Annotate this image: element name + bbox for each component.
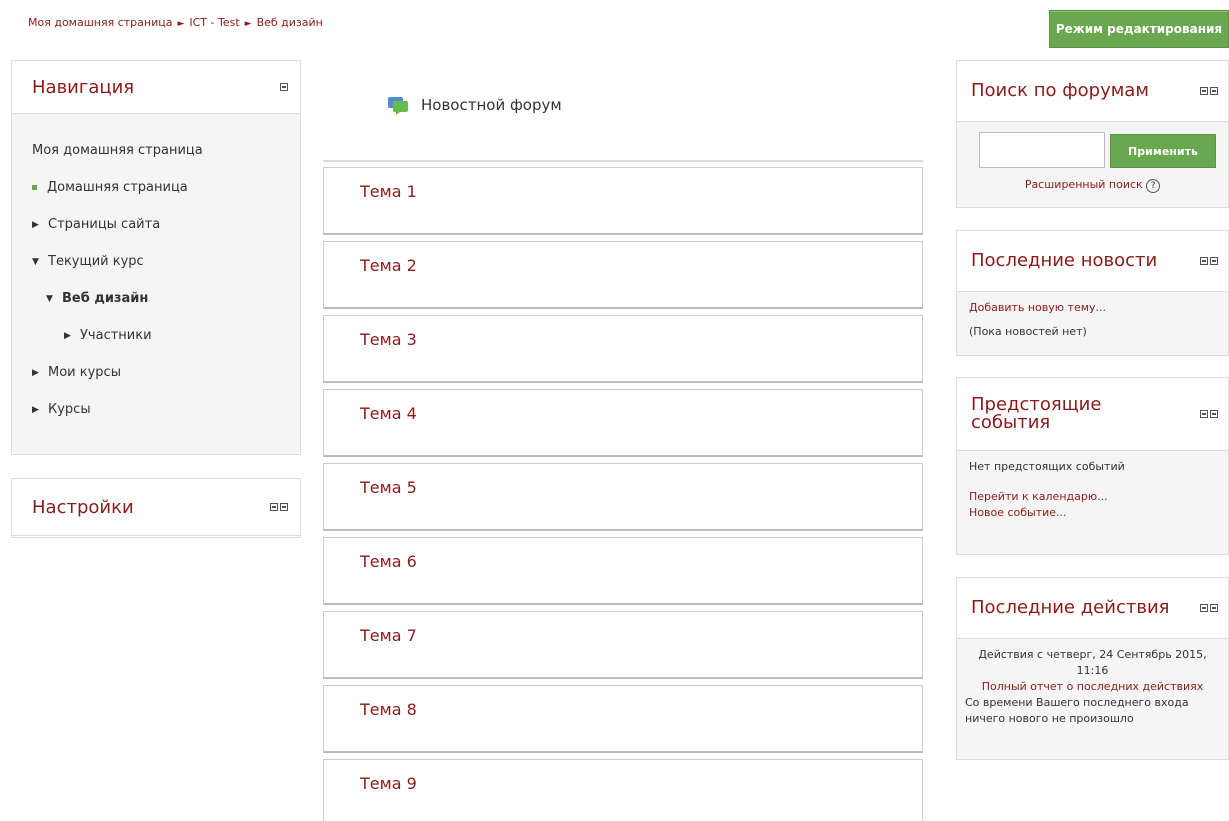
calendar-link[interactable]: Перейти к календарю... xyxy=(969,489,1216,505)
block-controls-icon[interactable] xyxy=(1200,604,1218,612)
topic-section: Тема 3 xyxy=(323,315,923,383)
breadcrumb-home-link[interactable]: Моя домашняя страница xyxy=(28,16,172,29)
activity-since-text: Действия с четверг, 24 Сентябрь 2015, 11:… xyxy=(978,648,1207,677)
topic-section: Тема 6 xyxy=(323,537,923,605)
edit-mode-button[interactable]: Режим редактирования xyxy=(1049,10,1229,48)
no-news-text: (Пока новостей нет) xyxy=(969,325,1087,338)
collapse-arrow-icon: ▼ xyxy=(32,256,39,267)
settings-block: Настройки xyxy=(11,478,301,538)
nothing-new-text: Со времени Вашего последнего входа ничег… xyxy=(965,696,1189,725)
topic-title[interactable]: Тема 3 xyxy=(360,330,417,349)
collapse-icon[interactable] xyxy=(280,83,288,91)
nav-item-my-courses[interactable]: ▶ Мои курсы xyxy=(32,354,300,391)
recent-activity-block: Последние действия Действия с четверг, 2… xyxy=(956,577,1229,760)
breadcrumb: Моя домашняя страница ► ICT - Test ► Веб диз… xyxy=(28,16,323,29)
block-controls-icon[interactable] xyxy=(270,503,288,511)
news-forum-link[interactable]: Новостной форум xyxy=(387,95,562,115)
nav-item-my-home[interactable]: Моя домашняя страница xyxy=(32,132,300,169)
breadcrumb-course-link[interactable]: Веб дизайн xyxy=(257,16,323,29)
new-event-link[interactable]: Новое событие... xyxy=(969,505,1216,521)
breadcrumb-separator-icon: ► xyxy=(244,19,252,29)
recent-activity-title: Последние действия xyxy=(971,597,1170,618)
upcoming-events-header: Предстоящие события xyxy=(957,378,1228,451)
nav-item-label: Текущий курс xyxy=(48,254,144,269)
topic-section: Тема 4 xyxy=(323,389,923,457)
upcoming-events-block: Предстоящие события Нет предстоящих событ… xyxy=(956,377,1229,555)
topic-title[interactable]: Тема 8 xyxy=(360,700,417,719)
nav-item-web-design[interactable]: ▼ Веб дизайн xyxy=(32,280,300,317)
nav-item-label: Участники xyxy=(80,328,152,343)
settings-header: Настройки xyxy=(12,479,300,536)
nav-item-site-home[interactable]: Домашняя страница xyxy=(32,169,300,206)
expand-arrow-icon: ▶ xyxy=(64,330,71,341)
nav-item-label: Домашняя страница xyxy=(47,180,188,195)
topic-section: Тема 1 xyxy=(323,167,923,235)
forum-search-input[interactable] xyxy=(979,132,1105,168)
recent-activity-header: Последние действия xyxy=(957,578,1228,639)
upcoming-events-title: Предстоящие события xyxy=(971,394,1102,433)
settings-title: Настройки xyxy=(32,496,134,518)
nav-item-label: Мои курсы xyxy=(48,365,121,380)
forum-icon xyxy=(388,97,408,115)
apply-button[interactable]: Применить xyxy=(1110,134,1216,168)
topic-section: Тема 7 xyxy=(323,611,923,679)
topic-title[interactable]: Тема 1 xyxy=(360,182,417,201)
collapse-arrow-icon: ▼ xyxy=(46,293,53,304)
topic-title[interactable]: Тема 9 xyxy=(360,774,417,793)
nav-item-courses[interactable]: ▶ Курсы xyxy=(32,391,300,428)
help-icon[interactable]: ? xyxy=(1146,179,1161,193)
latest-news-title: Последние новости xyxy=(971,250,1158,271)
no-events-text: Нет предстоящих событий xyxy=(969,460,1125,473)
block-controls-icon[interactable] xyxy=(1200,257,1218,265)
topic-title[interactable]: Тема 4 xyxy=(360,404,417,423)
navigation-title: Навигация xyxy=(32,76,135,98)
nav-item-label: Курсы xyxy=(48,402,91,417)
breadcrumb-separator-icon: ► xyxy=(177,19,185,29)
nav-item-participants[interactable]: ▶ Участники xyxy=(32,317,300,354)
latest-news-block: Последние новости Добавить новую тему...… xyxy=(956,230,1229,356)
topic-title[interactable]: Тема 5 xyxy=(360,478,417,497)
divider xyxy=(323,160,923,162)
bullet-icon xyxy=(32,185,37,190)
advanced-search-link[interactable]: Расширенный поиск xyxy=(1025,178,1143,191)
full-report-link[interactable]: Полный отчет о последних действиях xyxy=(982,680,1204,693)
navigation-block: Навигация Моя домашняя страница Домашняя… xyxy=(11,60,301,455)
topic-title[interactable]: Тема 2 xyxy=(360,256,417,275)
add-topic-link[interactable]: Добавить новую тему... xyxy=(969,301,1106,314)
block-controls-icon[interactable] xyxy=(1200,87,1218,95)
breadcrumb-course-category-link[interactable]: ICT - Test xyxy=(189,16,239,29)
topic-section: Тема 8 xyxy=(323,685,923,753)
nav-item-current-course[interactable]: ▼ Текущий курс xyxy=(32,243,300,280)
search-forums-title: Поиск по форумам xyxy=(971,80,1149,101)
expand-arrow-icon: ▶ xyxy=(32,367,39,378)
topic-section: Тема 9 xyxy=(323,759,923,821)
nav-item-label: Веб дизайн xyxy=(62,291,149,306)
nav-item-label: Страницы сайта xyxy=(48,217,161,232)
search-forums-header: Поиск по форумам xyxy=(957,61,1228,122)
forum-label: Новостной форум xyxy=(421,96,562,114)
topic-section: Тема 2 xyxy=(323,241,923,309)
search-forums-block: Поиск по форумам Применить Расширенный п… xyxy=(956,60,1229,208)
nav-item-label: Моя домашняя страница xyxy=(32,143,203,158)
topic-section: Тема 5 xyxy=(323,463,923,531)
topic-title[interactable]: Тема 7 xyxy=(360,626,417,645)
expand-arrow-icon: ▶ xyxy=(32,219,39,230)
navigation-header: Навигация xyxy=(12,61,300,114)
block-controls-icon[interactable] xyxy=(1200,410,1218,418)
topic-title[interactable]: Тема 6 xyxy=(360,552,417,571)
expand-arrow-icon: ▶ xyxy=(32,404,39,415)
nav-item-site-pages[interactable]: ▶ Страницы сайта xyxy=(32,206,300,243)
latest-news-header: Последние новости xyxy=(957,231,1228,292)
